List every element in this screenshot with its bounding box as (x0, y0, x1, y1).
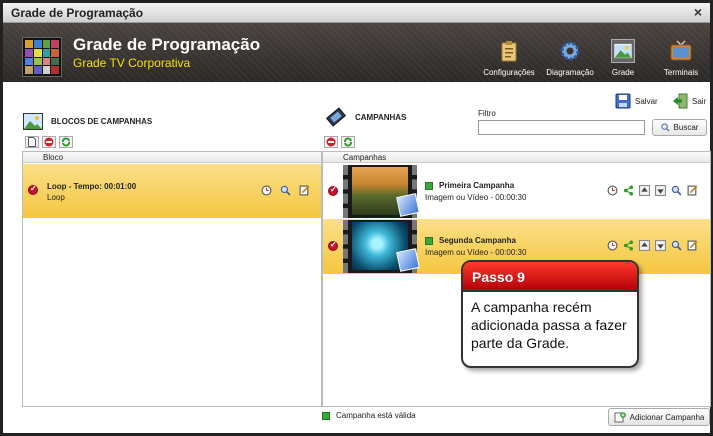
blocks-title: BLOCOS DE CAMPANHAS (51, 117, 153, 126)
callout-title: Passo 9 (463, 262, 637, 292)
app-title: Grade de Programação (73, 35, 261, 54)
campaign-thumbnail (343, 165, 420, 218)
search-button[interactable]: Buscar (652, 119, 707, 136)
tv-icon (670, 40, 692, 61)
campaign-thumbnail (343, 220, 420, 273)
campaigns-column-header: Campanhas (323, 152, 710, 163)
block-title: Loop - Tempo: 00:01:00 (47, 182, 137, 191)
campaign-row-actions (607, 185, 698, 196)
blocks-toolbar (25, 136, 73, 148)
close-icon[interactable]: × (694, 4, 702, 20)
valid-check-icon (328, 240, 338, 251)
move-down-icon[interactable] (655, 185, 666, 196)
nav-label: Terminais (663, 68, 699, 77)
step-callout: Passo 9 A campanha recém adicionada pass… (461, 260, 639, 368)
picture-icon (611, 39, 635, 63)
main-window: Grade de Programação × Grade de Programa… (0, 0, 713, 436)
callout-body: A campanha recém adicionada passa a faze… (471, 299, 627, 351)
campaign-name: Primeira Campanha (439, 181, 515, 190)
refresh-blocks-button[interactable] (59, 136, 73, 148)
filter-input[interactable] (478, 120, 645, 135)
share-icon[interactable] (623, 240, 634, 251)
clock-icon[interactable] (261, 185, 272, 196)
move-up-icon[interactable] (639, 240, 650, 251)
campaign-detail: Imagem ou Vídeo - 00:00:30 (425, 248, 527, 257)
remove-campaign-button[interactable] (324, 136, 338, 148)
picture-icon (23, 113, 43, 130)
legend-label: Campanha está válida (336, 411, 416, 420)
remove-block-button[interactable] (42, 136, 56, 148)
photo-icon (396, 193, 420, 217)
edit-icon[interactable] (687, 185, 698, 196)
blocks-column-header: Bloco (23, 152, 321, 163)
gear-icon (560, 41, 580, 61)
remove-icon (44, 137, 54, 147)
nav-terminais[interactable]: Terminais (658, 39, 704, 77)
photo-icon (396, 248, 420, 272)
nav-grade[interactable]: Grade (603, 39, 643, 77)
nav-label: Grade (611, 68, 635, 77)
app-header: Grade de Programação Grade TV Corporativ… (3, 23, 710, 82)
valid-status-icon (425, 237, 433, 245)
campaign-detail: Imagem ou Vídeo - 00:00:30 (425, 193, 527, 202)
valid-status-icon (322, 411, 330, 420)
valid-status-icon (425, 182, 433, 190)
clock-icon[interactable] (607, 185, 618, 196)
floppy-disk-icon (615, 93, 631, 109)
clock-icon[interactable] (607, 240, 618, 251)
save-button[interactable]: Salvar (615, 93, 658, 109)
new-document-icon (28, 137, 36, 147)
campaign-row[interactable]: Primeira Campanha Imagem ou Vídeo - 00:0… (323, 164, 710, 219)
zoom-icon[interactable] (671, 240, 682, 251)
valid-legend: Campanha está válida (322, 411, 416, 420)
title-bar: Grade de Programação × (3, 3, 710, 23)
save-label: Salvar (635, 96, 658, 106)
campaigns-section-title: CAMPANHAS (325, 106, 406, 128)
valid-check-icon (28, 184, 38, 195)
move-down-icon[interactable] (655, 240, 666, 251)
move-up-icon[interactable] (639, 185, 650, 196)
nav-label: Diagramação (546, 68, 594, 77)
add-campaign-label: Adicionar Campanha (629, 412, 705, 422)
block-subtitle: Loop (47, 193, 65, 202)
app-logo (22, 37, 62, 77)
clipboard-icon (501, 41, 517, 62)
zoom-icon[interactable] (671, 185, 682, 196)
search-label: Buscar (673, 123, 699, 132)
valid-check-icon (328, 185, 338, 196)
blocks-section-title: BLOCOS DE CAMPANHAS (23, 113, 152, 130)
nav-diagramacao[interactable]: Diagramação (544, 39, 596, 77)
exit-door-icon (673, 93, 688, 109)
filter-label: Filtro (478, 109, 496, 118)
campaign-name: Segunda Campanha (439, 236, 516, 245)
campaigns-title: CAMPANHAS (355, 112, 407, 122)
block-row-actions (261, 185, 310, 196)
share-icon[interactable] (623, 185, 634, 196)
refresh-icon (344, 137, 352, 147)
exit-button[interactable]: Sair (672, 93, 706, 109)
edit-icon[interactable] (299, 185, 310, 196)
window-title: Grade de Programação (11, 6, 144, 20)
nav-configuracoes[interactable]: Configurações (483, 39, 535, 77)
new-block-button[interactable] (25, 136, 39, 148)
exit-label: Sair (692, 96, 707, 106)
zoom-icon[interactable] (280, 185, 291, 196)
edit-icon[interactable] (687, 240, 698, 251)
add-campaign-button[interactable]: Adicionar Campanha (608, 408, 710, 426)
remove-icon (326, 137, 336, 147)
campaign-row-actions (607, 240, 698, 251)
app-subtitle: Grade TV Corporativa (73, 56, 191, 70)
refresh-icon (62, 137, 70, 147)
blocks-panel: Bloco Loop - Tempo: 00:01:00 Loop (22, 151, 322, 407)
search-icon (660, 123, 670, 132)
nav-label: Configurações (483, 68, 535, 77)
refresh-campaigns-button[interactable] (341, 136, 355, 148)
campaigns-toolbar (324, 136, 355, 148)
block-row[interactable]: Loop - Tempo: 00:01:00 Loop (23, 164, 321, 218)
film-strip-icon (325, 107, 347, 127)
add-campaign-icon (614, 412, 626, 423)
